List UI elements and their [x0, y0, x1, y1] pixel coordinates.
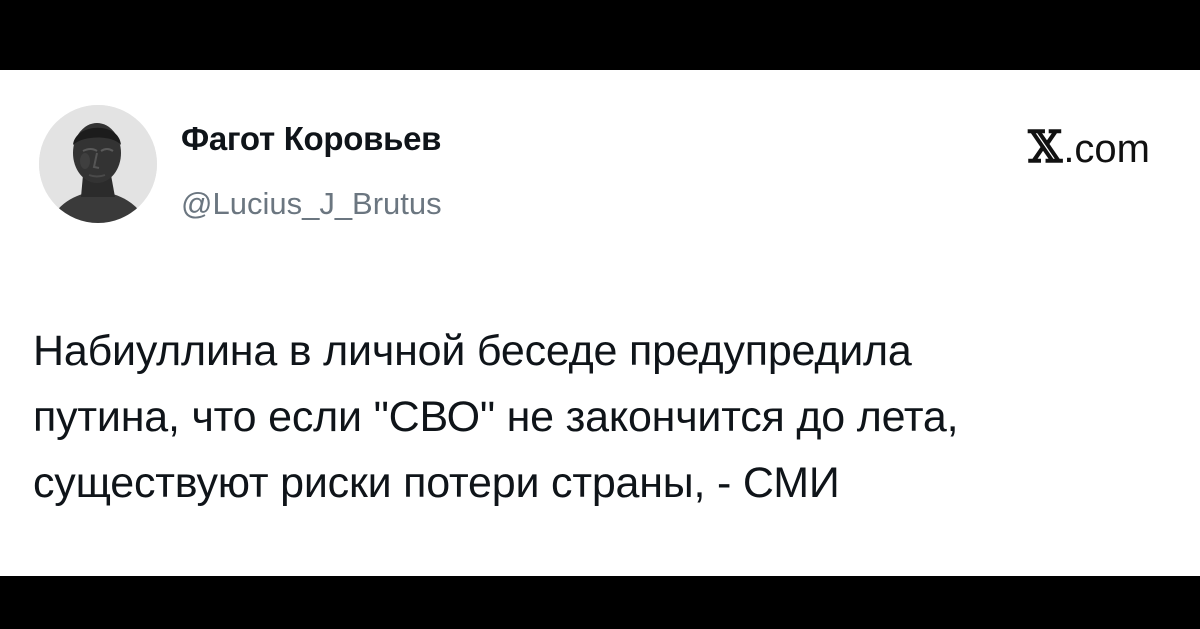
- bust-portrait-icon: [39, 105, 157, 223]
- brand-domain: .com: [1063, 127, 1150, 171]
- tweet-card: Фагот Коровьев @Lucius_J_Brutus 𝕏 .com Н…: [0, 70, 1200, 576]
- author-display-name[interactable]: Фагот Коровьев: [181, 120, 441, 158]
- x-logo-icon: 𝕏: [1028, 122, 1063, 173]
- x-brand-logo: 𝕏 .com: [1028, 122, 1150, 173]
- tweet-text-line: существуют риски потери страны, - СМИ: [33, 459, 840, 507]
- tweet-text: Набиуллина в личной беседе предупредила …: [33, 318, 1153, 516]
- screenshot-frame: Фагот Коровьев @Lucius_J_Brutus 𝕏 .com Н…: [0, 0, 1200, 629]
- tweet-text-line: путина, что если "СВО" не закончится до …: [33, 393, 959, 441]
- author-handle[interactable]: @Lucius_J_Brutus: [181, 186, 442, 222]
- avatar[interactable]: [39, 105, 157, 223]
- tweet-text-line: Набиуллина в личной беседе предупредила: [33, 327, 912, 375]
